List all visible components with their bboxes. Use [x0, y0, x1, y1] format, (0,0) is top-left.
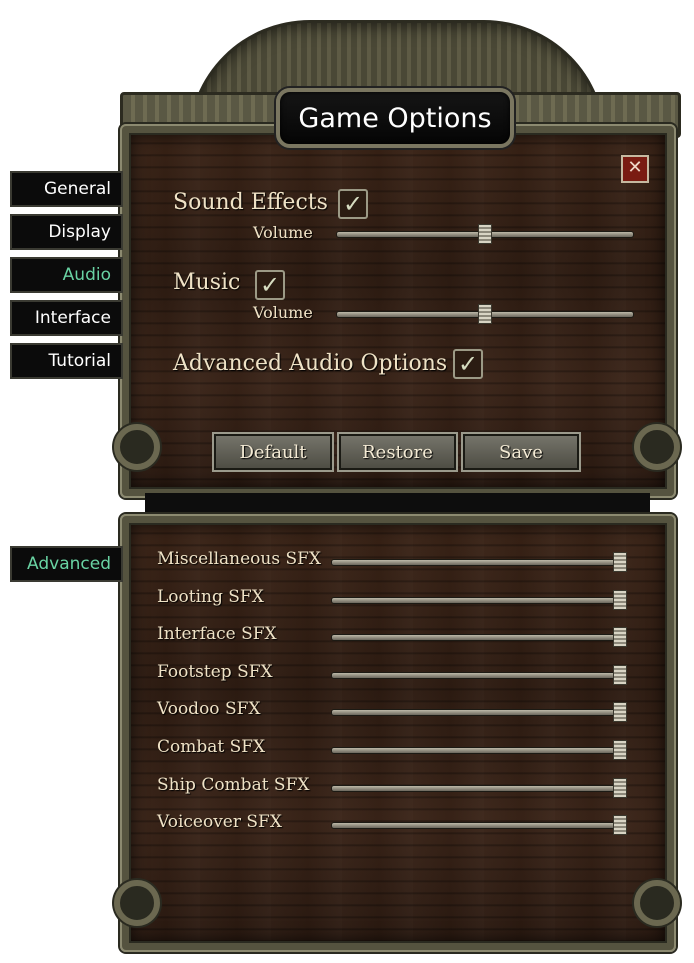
music-volume-slider[interactable]	[336, 304, 634, 324]
panel-connector	[145, 490, 650, 516]
sound-effects-checkbox[interactable]: ✓	[338, 189, 368, 219]
tab-general[interactable]: General	[10, 171, 123, 207]
advanced-sfx-label: Combat SFX	[157, 737, 266, 757]
music-label: Music	[173, 270, 241, 295]
advanced-sfx-label: Footstep SFX	[157, 661, 273, 682]
advanced-sfx-label: Voodoo SFX	[157, 699, 261, 720]
sound-effects-label: Sound Effects	[173, 190, 328, 215]
slider-thumb[interactable]	[478, 304, 492, 324]
sound-effects-volume-slider[interactable]	[336, 224, 634, 244]
sound-effects-volume-label: Volume	[253, 223, 313, 242]
advanced-sfx-label: Looting SFX	[157, 586, 264, 607]
slider-thumb[interactable]	[613, 664, 627, 685]
panel-corner-ornament	[634, 424, 680, 470]
tab-tutorial[interactable]: Tutorial	[10, 343, 123, 379]
panel-corner-ornament	[114, 424, 160, 470]
advanced-sfx-slider[interactable]	[331, 815, 627, 836]
advanced-audio-options-label: Advanced Audio Options	[173, 351, 448, 376]
slider-thumb[interactable]	[613, 702, 627, 723]
advanced-sfx-slider[interactable]	[331, 627, 627, 648]
close-button[interactable]: ✕	[621, 155, 649, 183]
slider-thumb[interactable]	[613, 589, 627, 610]
slider-thumb[interactable]	[613, 552, 627, 572]
default-button[interactable]: Default	[212, 432, 334, 472]
tab-advanced[interactable]: Advanced	[10, 546, 123, 582]
music-volume-label: Volume	[253, 303, 313, 322]
advanced-sfx-label: Interface SFX	[157, 624, 277, 645]
advanced-sfx-label: Ship Combat SFX	[157, 774, 310, 795]
advanced-audio-panel	[120, 514, 676, 952]
window-title: Game Options	[276, 88, 514, 148]
panel-corner-ornament	[634, 880, 680, 926]
music-checkbox[interactable]: ✓	[255, 270, 285, 300]
save-button[interactable]: Save	[461, 432, 581, 472]
advanced-sfx-slider[interactable]	[331, 589, 627, 610]
advanced-sfx-label: Voiceover SFX	[157, 812, 282, 833]
advanced-audio-options-checkbox[interactable]: ✓	[453, 349, 483, 379]
slider-thumb[interactable]	[613, 777, 627, 798]
advanced-sfx-slider[interactable]	[331, 552, 627, 572]
restore-button[interactable]: Restore	[337, 432, 458, 472]
slider-thumb[interactable]	[613, 627, 627, 648]
advanced-sfx-label: Miscellaneous SFX	[157, 549, 322, 569]
advanced-sfx-slider[interactable]	[331, 740, 627, 760]
tab-audio[interactable]: Audio	[10, 257, 123, 293]
tab-display[interactable]: Display	[10, 214, 123, 250]
advanced-sfx-slider[interactable]	[331, 777, 627, 798]
panel-corner-ornament	[114, 880, 160, 926]
slider-thumb[interactable]	[478, 224, 492, 244]
advanced-sfx-slider[interactable]	[331, 664, 627, 685]
tab-interface[interactable]: Interface	[10, 300, 123, 336]
slider-thumb[interactable]	[613, 740, 627, 760]
advanced-sfx-slider[interactable]	[331, 702, 627, 723]
slider-thumb[interactable]	[613, 815, 627, 836]
